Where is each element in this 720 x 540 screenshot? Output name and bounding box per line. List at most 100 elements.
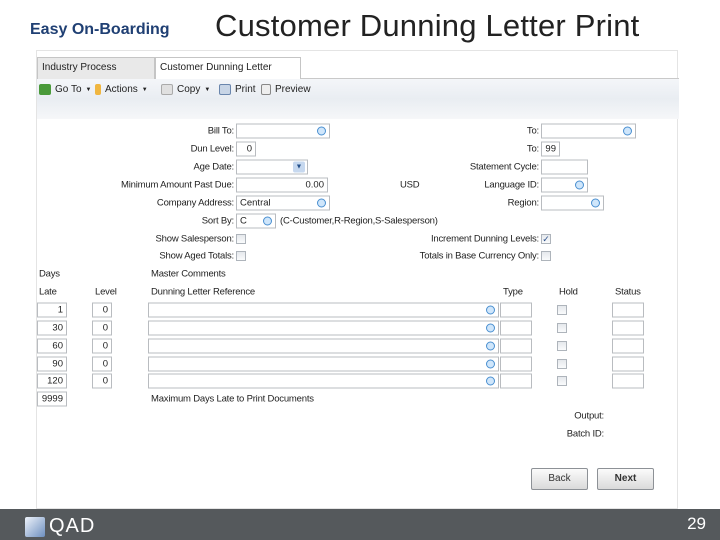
type-input[interactable] xyxy=(500,373,532,389)
currency-label: USD xyxy=(400,179,420,191)
language-id-input[interactable] xyxy=(541,177,588,193)
actions-button[interactable]: Actions ▼ xyxy=(95,84,148,95)
age-date-picker[interactable]: ▼ xyxy=(236,159,308,175)
tab-industry-process-model[interactable]: Industry Process Model✕ xyxy=(37,57,155,93)
type-header: Type xyxy=(503,286,523,298)
sort-by-input[interactable]: C xyxy=(236,213,276,229)
min-amount-input[interactable]: 0.00 xyxy=(236,177,328,193)
statement-cycle-input[interactable] xyxy=(541,159,588,175)
level-input[interactable]: 0 xyxy=(92,338,112,354)
status-input[interactable] xyxy=(612,373,644,389)
printer-icon xyxy=(219,84,231,95)
actions-icon xyxy=(95,84,101,95)
late-input[interactable]: 60 xyxy=(37,338,67,354)
bill-to-to-input[interactable] xyxy=(541,123,636,139)
status-header: Status xyxy=(615,286,641,298)
type-input[interactable] xyxy=(500,302,532,318)
app-window: Industry Process Model✕ Customer Dunning… xyxy=(36,50,679,509)
preview-icon xyxy=(261,84,271,95)
company-address-label: Company Address: xyxy=(156,197,234,209)
reference-input[interactable] xyxy=(148,320,499,336)
print-label: Print xyxy=(235,84,256,95)
goto-button[interactable]: Go To ▼ xyxy=(39,84,91,95)
chevron-down-icon[interactable]: ▼ xyxy=(293,161,305,173)
reference-input[interactable] xyxy=(148,338,499,354)
level-input[interactable]: 0 xyxy=(92,302,112,318)
sort-by-hint: (C-Customer,R-Region,S-Salesperson) xyxy=(280,215,438,227)
copy-label: Copy xyxy=(177,84,201,95)
totals-base-checkbox[interactable] xyxy=(541,251,551,261)
sort-by-label: Sort By: xyxy=(201,215,234,227)
goto-icon xyxy=(39,84,51,95)
late-header: Late xyxy=(39,286,57,298)
slide-footer xyxy=(0,509,720,540)
status-input[interactable] xyxy=(612,356,644,372)
language-id-label: Language ID: xyxy=(484,179,539,191)
back-button[interactable]: Back xyxy=(531,468,588,490)
dropdown-icon: ▼ xyxy=(204,86,211,93)
preview-button[interactable]: Preview xyxy=(261,84,311,95)
level-input[interactable]: 0 xyxy=(92,320,112,336)
status-input[interactable] xyxy=(612,302,644,318)
output-label: Output: xyxy=(574,410,604,422)
increment-dunning-label: Increment Dunning Levels: xyxy=(430,233,539,245)
goto-label: Go To xyxy=(55,84,82,95)
late-input[interactable]: 30 xyxy=(37,320,67,336)
batch-id-label: Batch ID: xyxy=(566,428,604,440)
type-input[interactable] xyxy=(500,320,532,336)
dun-level-input[interactable]: 0 xyxy=(236,141,256,157)
totals-base-label: Totals in Base Currency Only: xyxy=(419,250,540,262)
statement-cycle-label: Statement Cycle: xyxy=(469,161,539,173)
hold-checkbox[interactable] xyxy=(557,305,567,315)
value: C xyxy=(240,215,247,227)
max-days-label: Maximum Days Late to Print Documents xyxy=(151,393,314,405)
hold-checkbox[interactable] xyxy=(557,323,567,333)
bill-to-to-label: To: xyxy=(526,125,539,137)
copy-icon xyxy=(161,84,173,95)
dun-level-to-input[interactable]: 99 xyxy=(541,141,560,157)
type-input[interactable] xyxy=(500,338,532,354)
tab-bar: Industry Process Model✕ Customer Dunning… xyxy=(37,55,679,93)
value: Central xyxy=(240,197,271,209)
region-input[interactable] xyxy=(541,195,604,211)
late-input[interactable]: 120 xyxy=(37,373,67,389)
reference-input[interactable] xyxy=(148,373,499,389)
copy-button[interactable]: Copy ▼ xyxy=(161,84,210,95)
status-input[interactable] xyxy=(612,338,644,354)
level-input[interactable]: 0 xyxy=(92,373,112,389)
hold-checkbox[interactable] xyxy=(557,341,567,351)
reference-input[interactable] xyxy=(148,356,499,372)
next-button[interactable]: Next xyxy=(597,468,654,490)
slide-title: Customer Dunning Letter Print xyxy=(215,8,640,43)
type-input[interactable] xyxy=(500,356,532,372)
show-aged-totals-checkbox[interactable] xyxy=(236,251,246,261)
level-header: Level xyxy=(95,286,117,298)
dun-level-to-label: To: xyxy=(526,143,539,155)
bill-to-input[interactable] xyxy=(236,123,330,139)
max-days-input[interactable]: 9999 xyxy=(37,391,67,407)
dropdown-icon: ▼ xyxy=(141,86,148,93)
company-address-input[interactable]: Central xyxy=(236,195,330,211)
dropdown-icon: ▼ xyxy=(85,86,92,93)
age-date-label: Age Date: xyxy=(193,161,235,173)
bill-to-label: Bill To: xyxy=(207,125,234,137)
print-button[interactable]: Print xyxy=(219,84,256,95)
min-amount-label: Minimum Amount Past Due: xyxy=(121,179,234,191)
level-input[interactable]: 0 xyxy=(92,356,112,372)
tab-customer-dunning-letter-print[interactable]: Customer Dunning Letter Print✕ xyxy=(155,57,301,93)
qad-logo: QAD xyxy=(25,515,95,538)
preview-label: Preview xyxy=(275,84,311,95)
show-salesperson-checkbox[interactable] xyxy=(236,234,246,244)
late-input[interactable]: 90 xyxy=(37,356,67,372)
hold-checkbox[interactable] xyxy=(557,376,567,386)
actions-label: Actions xyxy=(105,84,138,95)
reference-input[interactable] xyxy=(148,302,499,318)
show-aged-totals-label: Show Aged Totals: xyxy=(159,250,234,262)
hold-checkbox[interactable] xyxy=(557,359,567,369)
master-comments-header: Master Comments xyxy=(151,268,226,280)
status-input[interactable] xyxy=(612,320,644,336)
show-salesperson-label: Show Salesperson: xyxy=(155,233,235,245)
logo-text: QAD xyxy=(49,515,96,537)
late-input[interactable]: 1 xyxy=(37,302,67,318)
increment-dunning-checkbox[interactable]: ✓ xyxy=(541,234,551,244)
